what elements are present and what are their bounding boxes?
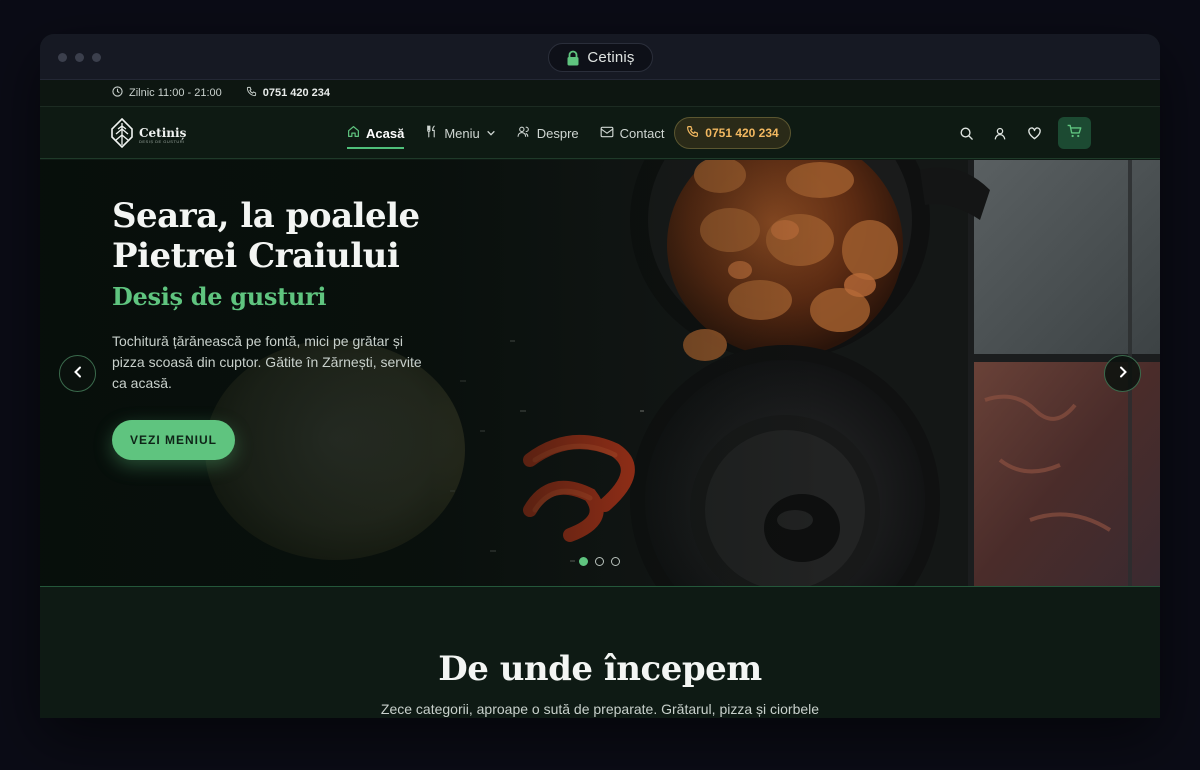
hero-description: Tochitură țărănească pe fontă, mici pe g… xyxy=(112,333,422,391)
nav-label-acasa: Acasă xyxy=(366,125,405,141)
logo-tagline: DESIȘ DE GUSTURI xyxy=(139,138,185,144)
chevron-left-icon xyxy=(72,365,84,383)
hero-carousel: Seara, la poalele Pietrei Craiului Desiș… xyxy=(40,160,1160,587)
clock-icon xyxy=(112,86,123,100)
heart-icon[interactable] xyxy=(1024,117,1044,149)
browser-window: Cetiniș Zilnic 11:00 - 21:00 0751 420 23… xyxy=(40,34,1160,718)
nav-item-acasa[interactable]: Acasă xyxy=(347,107,405,159)
carousel-dot-3[interactable] xyxy=(611,557,620,566)
close-dot[interactable] xyxy=(58,53,67,62)
section-title: De unde începem xyxy=(438,649,762,689)
carousel-next-button[interactable] xyxy=(1104,355,1141,392)
nav-actions xyxy=(956,117,1091,149)
main-navbar: Cetiniș DESIȘ DE GUSTURI Acasă Meniu Des… xyxy=(40,107,1160,159)
carousel-dot-2[interactable] xyxy=(595,557,604,566)
carousel-indicators xyxy=(579,557,620,566)
nav-item-meniu[interactable]: Meniu xyxy=(425,107,495,159)
hero-title: Seara, la poalele Pietrei Craiului xyxy=(112,196,420,276)
nav-label-despre: Despre xyxy=(536,125,579,141)
leaf-logo-icon xyxy=(110,117,134,153)
carousel-dot-1[interactable] xyxy=(579,557,588,566)
cart-icon xyxy=(1067,124,1082,143)
phone-icon xyxy=(686,125,699,141)
mail-icon xyxy=(600,126,614,141)
cart-button[interactable] xyxy=(1058,117,1091,149)
home-icon xyxy=(347,125,360,141)
user-icon[interactable] xyxy=(990,117,1010,149)
carousel-prev-button[interactable] xyxy=(59,355,96,392)
nav-label-contact: Contact xyxy=(619,125,665,141)
search-icon[interactable] xyxy=(956,117,976,149)
logo-name: Cetiniș xyxy=(139,125,187,140)
lock-icon xyxy=(566,50,580,66)
users-icon xyxy=(517,125,531,141)
call-button-label: 0751 420 234 xyxy=(705,126,779,140)
window-controls xyxy=(58,53,101,62)
opening-hours: Zilnic 11:00 - 21:00 xyxy=(112,86,222,100)
site-logo[interactable]: Cetiniș DESIȘ DE GUSTURI xyxy=(110,117,187,153)
nav-label-meniu: Meniu xyxy=(444,125,480,141)
phone-icon xyxy=(246,86,257,100)
hero-subtitle: Desiș de gusturi xyxy=(112,282,327,311)
main-menu: Acasă Meniu Despre Contact xyxy=(347,107,664,159)
tab-title: Cetiniș xyxy=(587,49,635,66)
browser-chrome: Cetiniș xyxy=(40,34,1160,80)
phone-text: 0751 420 234 xyxy=(262,87,331,99)
hours-text: Zilnic 11:00 - 21:00 xyxy=(129,87,222,99)
minimize-dot[interactable] xyxy=(75,53,84,62)
address-bar[interactable]: Cetiniș xyxy=(548,43,653,72)
nav-item-contact[interactable]: Contact xyxy=(600,107,665,159)
intro-section: De unde începem Zece categorii, aproape … xyxy=(40,587,1160,718)
call-button[interactable]: 0751 420 234 xyxy=(674,117,791,149)
section-description: Zece categorii, aproape o sută de prepar… xyxy=(380,701,820,717)
topbar-phone[interactable]: 0751 420 234 xyxy=(246,86,330,100)
info-topbar: Zilnic 11:00 - 21:00 0751 420 234 xyxy=(40,80,1160,107)
view-menu-button[interactable]: VEZI MENIUL xyxy=(112,420,235,460)
utensils-icon xyxy=(425,125,438,141)
hero-content: Seara, la poalele Pietrei Craiului Desiș… xyxy=(112,196,442,460)
chevron-down-icon xyxy=(486,126,496,141)
maximize-dot[interactable] xyxy=(92,53,101,62)
chevron-right-icon xyxy=(1117,365,1129,383)
nav-item-despre[interactable]: Despre xyxy=(517,107,579,159)
